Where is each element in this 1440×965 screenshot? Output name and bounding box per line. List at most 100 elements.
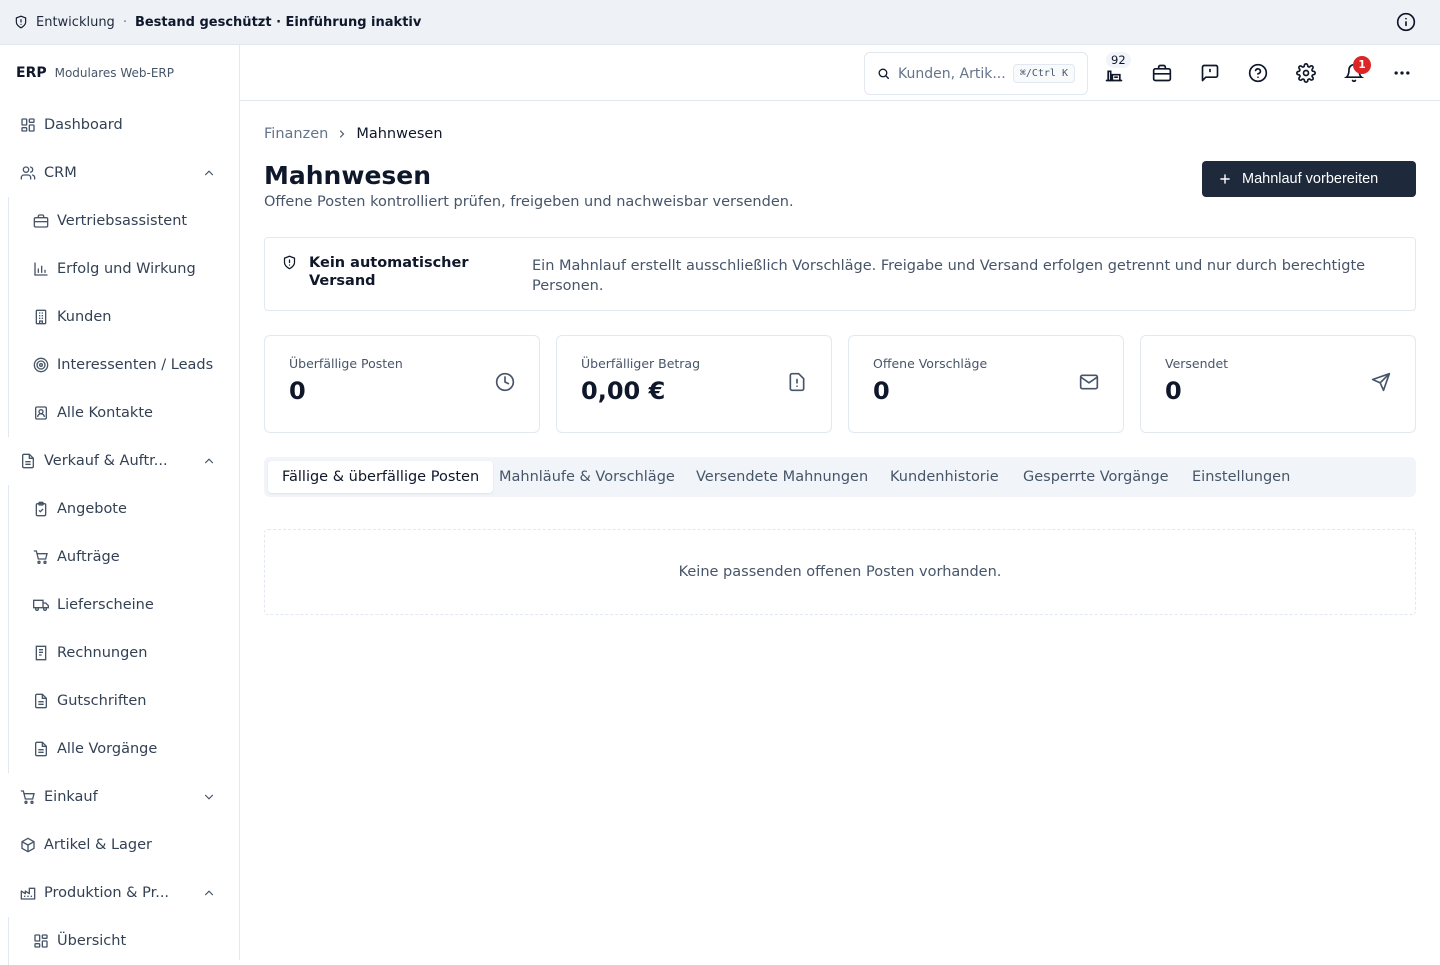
sidebar-item-success[interactable]: Erfolg und Wirkung xyxy=(0,245,239,293)
kpi-label: Versendet xyxy=(1165,356,1229,371)
sidebar-group-label: Produktion & Pr... xyxy=(44,885,170,901)
sidebar-item-all-documents[interactable]: Alle Vorgänge xyxy=(0,725,239,773)
sidebar-item-label: Rechnungen xyxy=(57,645,148,661)
help-icon[interactable] xyxy=(1246,61,1270,85)
sidebar-group-label: CRM xyxy=(44,165,77,181)
empty-state-text: Keine passenden offenen Posten vorhanden… xyxy=(678,564,1002,580)
sidebar-group-purchase[interactable]: Einkauf xyxy=(0,773,239,821)
kpi-value: 0 xyxy=(1165,377,1182,405)
tab-bar: Fällige & überfällige Posten Mahnläufe &… xyxy=(264,457,1416,497)
sidebar-item-credit-notes[interactable]: Gutschriften xyxy=(0,677,239,725)
users-icon xyxy=(20,165,36,181)
global-search[interactable]: ⌘/Ctrl K xyxy=(864,52,1088,95)
kpi-card-overdue-items: Überfällige Posten 0 xyxy=(264,335,540,433)
sidebar-item-label: Übersicht xyxy=(57,933,127,949)
kpi-value: 0,00 € xyxy=(581,377,666,405)
crm-submenu: Vertriebsassistent Erfolg und Wirkung Ku… xyxy=(0,197,239,437)
sidebar-item-label: Alle Vorgänge xyxy=(57,741,158,757)
brand[interactable]: ERP Modulares Web-ERP xyxy=(0,45,239,101)
cart-icon xyxy=(33,549,49,565)
empty-state: Keine passenden offenen Posten vorhanden… xyxy=(264,529,1416,615)
sidebar: ERP Modulares Web-ERP Dashboard CRM Vert… xyxy=(0,45,240,965)
sidebar-item-orders[interactable]: Aufträge xyxy=(0,533,239,581)
breadcrumb: Finanzen Mahnwesen xyxy=(264,126,443,142)
button-label: Mahnlauf vorbereiten xyxy=(1242,171,1379,187)
sidebar-group-label: Verkauf & Auftr... xyxy=(44,453,168,469)
sidebar-item-leads[interactable]: Interessenten / Leads xyxy=(0,341,239,389)
tab-dunning-runs[interactable]: Mahnläufe & Vorschläge xyxy=(485,461,689,493)
briefcase-icon xyxy=(33,213,49,229)
sidebar-item-label: Erfolg und Wirkung xyxy=(57,261,196,277)
dashboard-icon xyxy=(20,117,36,133)
chevron-right-icon xyxy=(336,128,348,140)
sidebar-item-delivery-notes[interactable]: Lieferscheine xyxy=(0,581,239,629)
sidebar-item-sales-assistant[interactable]: Vertriebsassistent xyxy=(0,197,239,245)
sidebar-group-production[interactable]: Produktion & Pr... xyxy=(0,869,239,917)
tab-settings[interactable]: Einstellungen xyxy=(1178,461,1304,493)
sidebar-item-invoices[interactable]: Rechnungen xyxy=(0,629,239,677)
search-input[interactable] xyxy=(898,65,1010,82)
chevron-down-icon[interactable] xyxy=(202,790,216,804)
tab-sent-reminders[interactable]: Versendete Mahnungen xyxy=(682,461,882,493)
sidebar-item-customers[interactable]: Kunden xyxy=(0,293,239,341)
tab-due-items[interactable]: Fällige & überfällige Posten xyxy=(268,461,494,493)
notice-banner: Kein automatischer Versand Ein Mahnlauf … xyxy=(264,237,1416,311)
clipboard-icon xyxy=(33,501,49,517)
gear-icon[interactable] xyxy=(1294,61,1318,85)
sidebar-item-label: Angebote xyxy=(57,501,127,517)
notification-count-badge: 1 xyxy=(1353,56,1371,74)
sidebar-item-label: Dashboard xyxy=(44,117,123,133)
kpi-card-sent: Versendet 0 xyxy=(1140,335,1416,433)
inbox-icon[interactable] xyxy=(1102,61,1126,85)
sidebar-item-label: Aufträge xyxy=(57,549,120,565)
building-icon xyxy=(33,309,49,325)
mail-icon xyxy=(1079,372,1099,392)
sidebar-item-overview[interactable]: Übersicht xyxy=(0,917,239,965)
briefcase-icon[interactable] xyxy=(1150,61,1174,85)
tab-customer-history[interactable]: Kundenhistorie xyxy=(876,461,1013,493)
chevron-up-icon[interactable] xyxy=(202,886,216,900)
more-icon[interactable] xyxy=(1390,61,1414,85)
chevron-up-icon[interactable] xyxy=(202,454,216,468)
feedback-icon[interactable] xyxy=(1198,61,1222,85)
clock-icon xyxy=(495,372,515,392)
package-icon xyxy=(20,837,36,853)
top-bar: ⌘/Ctrl K 92 1 xyxy=(240,45,1440,101)
shield-icon xyxy=(282,255,297,270)
sidebar-item-label: Artikel & Lager xyxy=(44,837,152,853)
breadcrumb-parent[interactable]: Finanzen xyxy=(264,126,328,142)
page-title: Mahnwesen xyxy=(264,161,432,190)
brand-logo: ERP xyxy=(16,65,47,81)
kpi-card-open-proposals: Offene Vorschläge 0 xyxy=(848,335,1124,433)
sidebar-item-dashboard[interactable]: Dashboard xyxy=(0,101,239,149)
sidebar-item-inventory[interactable]: Artikel & Lager xyxy=(0,821,239,869)
sales-submenu: Angebote Aufträge Lieferscheine Rechnung… xyxy=(0,485,239,773)
file-icon xyxy=(33,693,49,709)
receipt-icon xyxy=(33,645,49,661)
info-icon[interactable] xyxy=(1396,12,1416,32)
sidebar-item-contacts[interactable]: Alle Kontakte xyxy=(0,389,239,437)
page-subtitle: Offene Posten kontrolliert prüfen, freig… xyxy=(264,194,794,210)
environment-name: Entwicklung xyxy=(36,14,115,30)
send-icon xyxy=(1371,372,1391,392)
notice-text: Ein Mahnlauf erstellt ausschließlich Vor… xyxy=(532,258,1366,294)
tab-blocked-transactions[interactable]: Gesperrte Vorgänge xyxy=(1009,461,1183,493)
plus-icon xyxy=(1218,172,1232,186)
environment-separator: · xyxy=(122,14,127,30)
contact-icon xyxy=(33,405,49,421)
file-icon xyxy=(20,453,36,469)
sidebar-item-label: Kunden xyxy=(57,309,112,325)
dashboard-icon xyxy=(33,933,49,949)
sidebar-item-label: Vertriebsassistent xyxy=(57,213,188,229)
sidebar-item-quotes[interactable]: Angebote xyxy=(0,485,239,533)
kpi-value: 0 xyxy=(289,377,306,405)
chevron-up-icon[interactable] xyxy=(202,166,216,180)
document-alert-icon xyxy=(787,372,807,392)
sidebar-item-label: Alle Kontakte xyxy=(57,405,153,421)
kpi-value: 0 xyxy=(873,377,890,405)
sidebar-group-crm[interactable]: CRM xyxy=(0,149,239,197)
environment-status: Bestand geschützt · Einführung inaktiv xyxy=(134,14,422,30)
brand-tagline: Modulares Web-ERP xyxy=(54,66,174,80)
sidebar-group-sales[interactable]: Verkauf & Auftr... xyxy=(0,437,239,485)
prepare-dunning-run-button[interactable]: Mahnlauf vorbereiten xyxy=(1202,161,1416,197)
